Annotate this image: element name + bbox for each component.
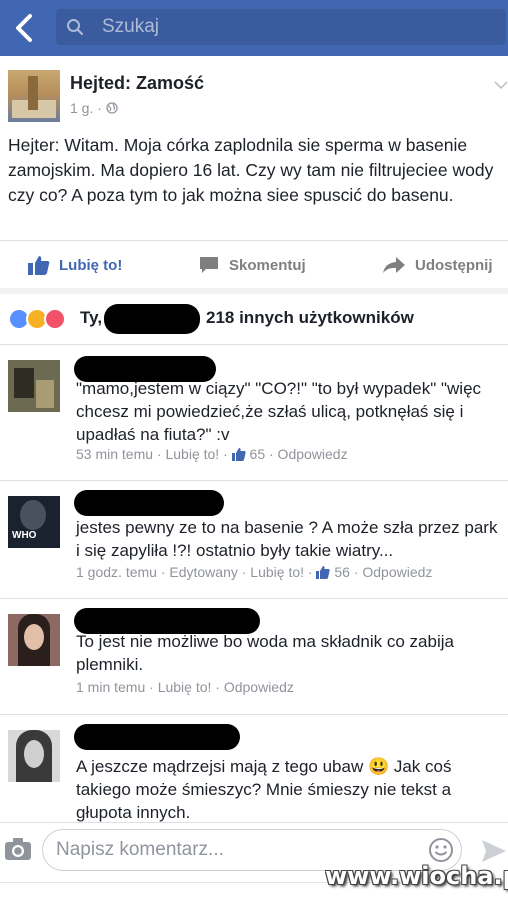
comment-text: jestes pewny ze to na basenie ? A może s…	[76, 518, 498, 560]
search-input[interactable]	[102, 9, 482, 45]
camera-icon[interactable]	[4, 837, 32, 861]
back-button[interactable]	[6, 8, 46, 48]
divider	[0, 714, 508, 715]
comment-text: A jeszcze mądrzejsi mają z tego ubaw 😃 J…	[76, 757, 452, 822]
reaction-icons[interactable]	[8, 305, 66, 333]
divider	[0, 344, 508, 345]
chevron-left-icon	[16, 14, 32, 42]
comment-text: "mamo,jestem w ciązy" "CO?!" "to był wyp…	[76, 379, 482, 444]
comment-meta: 1 min temu · Lubię to! · Odpowiedz	[76, 679, 294, 695]
top-bar	[0, 0, 508, 56]
comment-button[interactable]: Skomentuj	[198, 250, 306, 280]
comment-icon	[200, 257, 218, 273]
divider	[0, 240, 508, 241]
globe-icon	[106, 102, 118, 114]
thumbs-up-icon	[231, 448, 246, 461]
post-group-name[interactable]: Hejted: Zamość	[70, 73, 204, 94]
commenter-avatar[interactable]	[8, 360, 60, 412]
share-arrow-icon	[383, 257, 405, 273]
group-avatar[interactable]	[8, 70, 60, 122]
commenter-avatar[interactable]	[8, 730, 60, 782]
love-reaction-icon	[44, 308, 66, 330]
search-bar[interactable]	[56, 9, 506, 45]
divider	[0, 480, 508, 481]
send-icon[interactable]	[481, 839, 507, 863]
thumbs-up-icon	[28, 256, 50, 275]
emoji-icon[interactable]	[428, 837, 454, 863]
commenter-avatar[interactable]	[8, 614, 60, 666]
divider	[0, 598, 508, 599]
commenter-avatar[interactable]: WHO	[8, 496, 60, 548]
redacted-name	[104, 304, 200, 334]
redacted-name	[74, 490, 224, 516]
post-body: Hejter: Witam. Moja córka zaplodnila sie…	[8, 135, 494, 205]
share-button[interactable]: Udostępnij	[382, 250, 493, 280]
search-icon	[67, 19, 84, 36]
watermark: www.wiocha.pl	[325, 862, 508, 890]
like-button[interactable]: Lubię to!	[28, 250, 122, 280]
thumbs-up-icon	[316, 566, 331, 579]
reaction-others[interactable]: 218 innych użytkowników	[206, 308, 414, 328]
comment-meta: 53 min temu · Lubię to! · 65 · Odpowiedz	[76, 446, 348, 462]
redacted-name	[74, 724, 240, 750]
reaction-you[interactable]: Ty,	[80, 308, 102, 328]
comment-text: To jest nie możliwe bo woda ma składnik …	[76, 632, 454, 674]
chevron-down-icon[interactable]	[494, 80, 508, 90]
comment-meta: 1 godz. temu · Edytowany · Lubię to! · 5…	[76, 564, 433, 580]
post-timestamp: 1 g. ·	[70, 100, 118, 116]
section-gap	[0, 288, 508, 294]
